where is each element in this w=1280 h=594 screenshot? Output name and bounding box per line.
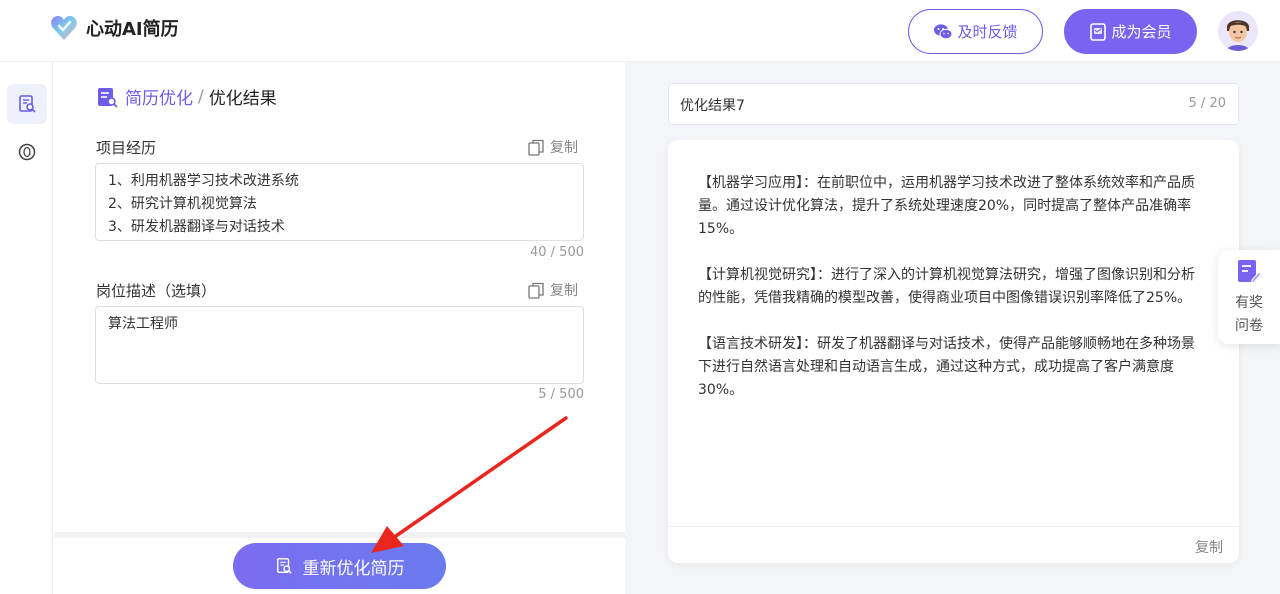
rail-item-coins[interactable]: [7, 132, 47, 172]
coin-icon: [18, 143, 36, 161]
position-copy-label: 复制: [550, 283, 578, 299]
feedback-label: 及时反馈: [957, 23, 1018, 41]
become-vip-button[interactable]: 成为会员: [1064, 9, 1197, 54]
app-logo[interactable]: 心动AI简历: [50, 13, 179, 43]
copy-icon: [528, 282, 544, 299]
vip-label: 成为会员: [1111, 23, 1172, 41]
survey-edit-icon: [1238, 260, 1262, 284]
project-copy-label: 复制: [550, 140, 578, 156]
side-rail: [0, 62, 53, 594]
position-value: 算法工程师: [108, 316, 178, 332]
reoptimize-button[interactable]: 重新优化简历: [233, 543, 446, 589]
project-char-counter: 40 / 500: [530, 245, 584, 260]
breadcrumb-separator: /: [198, 86, 204, 107]
result-title-counter: 5 / 20: [1188, 96, 1226, 111]
position-label: 岗位描述（选填）: [96, 282, 217, 300]
copy-icon: [528, 139, 544, 156]
resume-search-icon: [276, 558, 292, 574]
result-paragraph: 【机器学习应用】：在前职位中，运用机器学习技术改进了整体系统效率和产品质量。通过…: [698, 175, 1195, 237]
rail-item-resume-optimize[interactable]: [7, 84, 47, 124]
result-paragraph: 【语言技术研发】：研发了机器翻译与对话技术，使得产品能够顺畅地在多种场景下进行自…: [698, 336, 1195, 398]
user-avatar-icon: [1218, 11, 1258, 51]
reoptimize-label: 重新优化简历: [302, 558, 405, 579]
feedback-button[interactable]: 及时反馈: [908, 9, 1043, 54]
survey-label: 有奖 问卷: [1218, 292, 1280, 338]
result-title-value: 优化结果7: [680, 98, 745, 114]
result-copy-button[interactable]: 复制: [1195, 537, 1223, 557]
project-line: 3、研发机器翻译与对话技术: [108, 219, 285, 235]
wechat-icon: [934, 23, 953, 39]
top-header: 心动AI简历 及时反馈 成为会员: [0, 0, 1280, 62]
breadcrumb-parent-link[interactable]: 简历优化: [125, 84, 193, 109]
survey-label-line: 有奖: [1235, 295, 1263, 311]
project-label: 项目经历: [96, 139, 157, 157]
input-panel: 简历优化 / 优化结果 项目经历 复制 1、利用机器学习技术改进系统 2、研究计…: [54, 62, 625, 594]
result-content[interactable]: 【机器学习应用】：在前职位中，运用机器学习技术改进了整体系统效率和产品质量。通过…: [698, 172, 1208, 425]
position-copy-button[interactable]: 复制: [528, 280, 578, 300]
app-name: 心动AI简历: [86, 19, 179, 40]
avatar[interactable]: [1218, 11, 1258, 51]
breadcrumb-current: 优化结果: [208, 89, 277, 109]
survey-label-line: 问卷: [1235, 318, 1263, 334]
survey-float-button[interactable]: 有奖 问卷: [1218, 250, 1280, 344]
breadcrumb: 简历优化 / 优化结果: [96, 84, 277, 109]
result-paragraph: 【计算机视觉研究】：进行了深入的计算机视觉算法研究，增强了图像识别和分析的性能，…: [698, 267, 1195, 306]
project-line: 1、利用机器学习技术改进系统: [108, 173, 299, 189]
project-line: 2、研究计算机视觉算法: [108, 196, 257, 212]
project-copy-button[interactable]: 复制: [528, 137, 578, 157]
result-card: 【机器学习应用】：在前职位中，运用机器学习技术改进了整体系统效率和产品质量。通过…: [668, 140, 1239, 563]
result-divider: [668, 526, 1239, 527]
heart-logo-icon: [51, 16, 77, 40]
position-textarea[interactable]: 算法工程师: [95, 306, 584, 384]
vip-card-icon: [1090, 22, 1107, 41]
position-char-counter: 5 / 500: [538, 387, 584, 402]
resume-search-icon: [19, 95, 36, 113]
result-panel: 优化结果7 5 / 20 【机器学习应用】：在前职位中，运用机器学习技术改进了整…: [625, 62, 1280, 594]
resume-doc-icon: [98, 87, 118, 108]
result-title-input[interactable]: 优化结果7 5 / 20: [668, 83, 1239, 125]
project-textarea[interactable]: 1、利用机器学习技术改进系统 2、研究计算机视觉算法 3、研发机器翻译与对话技术: [95, 163, 584, 241]
